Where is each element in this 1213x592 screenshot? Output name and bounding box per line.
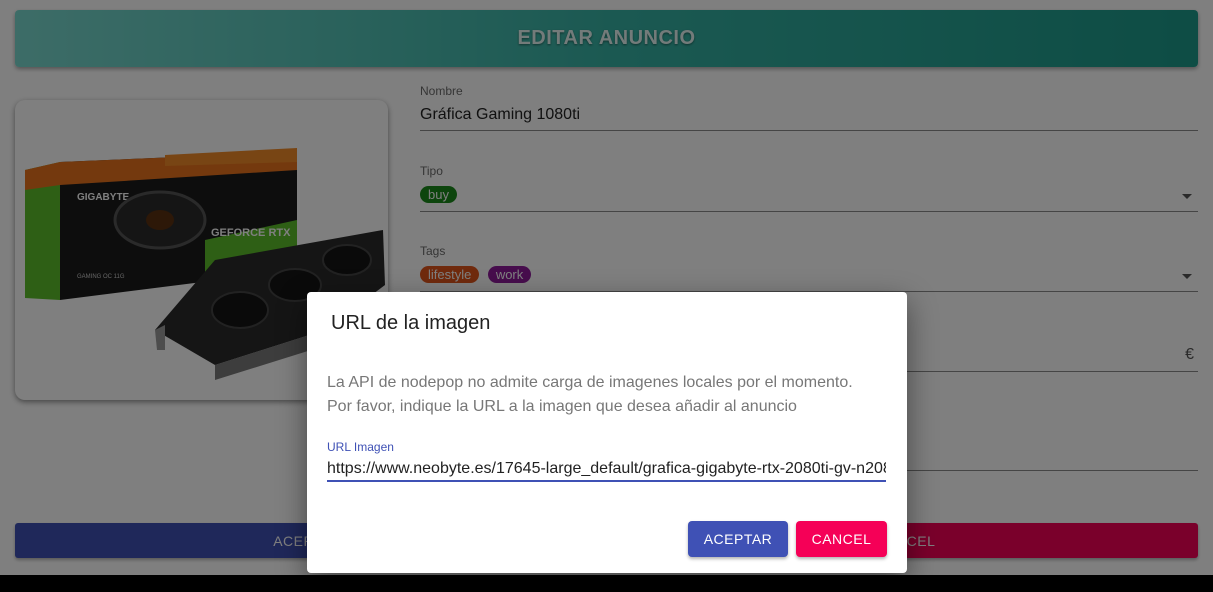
dialog-accept-button[interactable]: ACEPTAR: [688, 521, 788, 557]
image-url-dialog: URL de la imagen La API de nodepop no ad…: [307, 292, 907, 573]
dialog-text-line: Por favor, indique la URL a la imagen qu…: [327, 398, 797, 415]
dialog-description: La API de nodepop no admite carga de ima…: [327, 371, 887, 419]
dialog-cancel-button[interactable]: CANCEL: [796, 521, 887, 557]
dialog-title: URL de la imagen: [331, 312, 491, 334]
url-field-label: URL Imagen: [327, 440, 394, 454]
url-input[interactable]: [327, 458, 886, 482]
dialog-text-line: La API de nodepop no admite carga de ima…: [327, 374, 853, 391]
bottom-bar: [0, 575, 1213, 592]
